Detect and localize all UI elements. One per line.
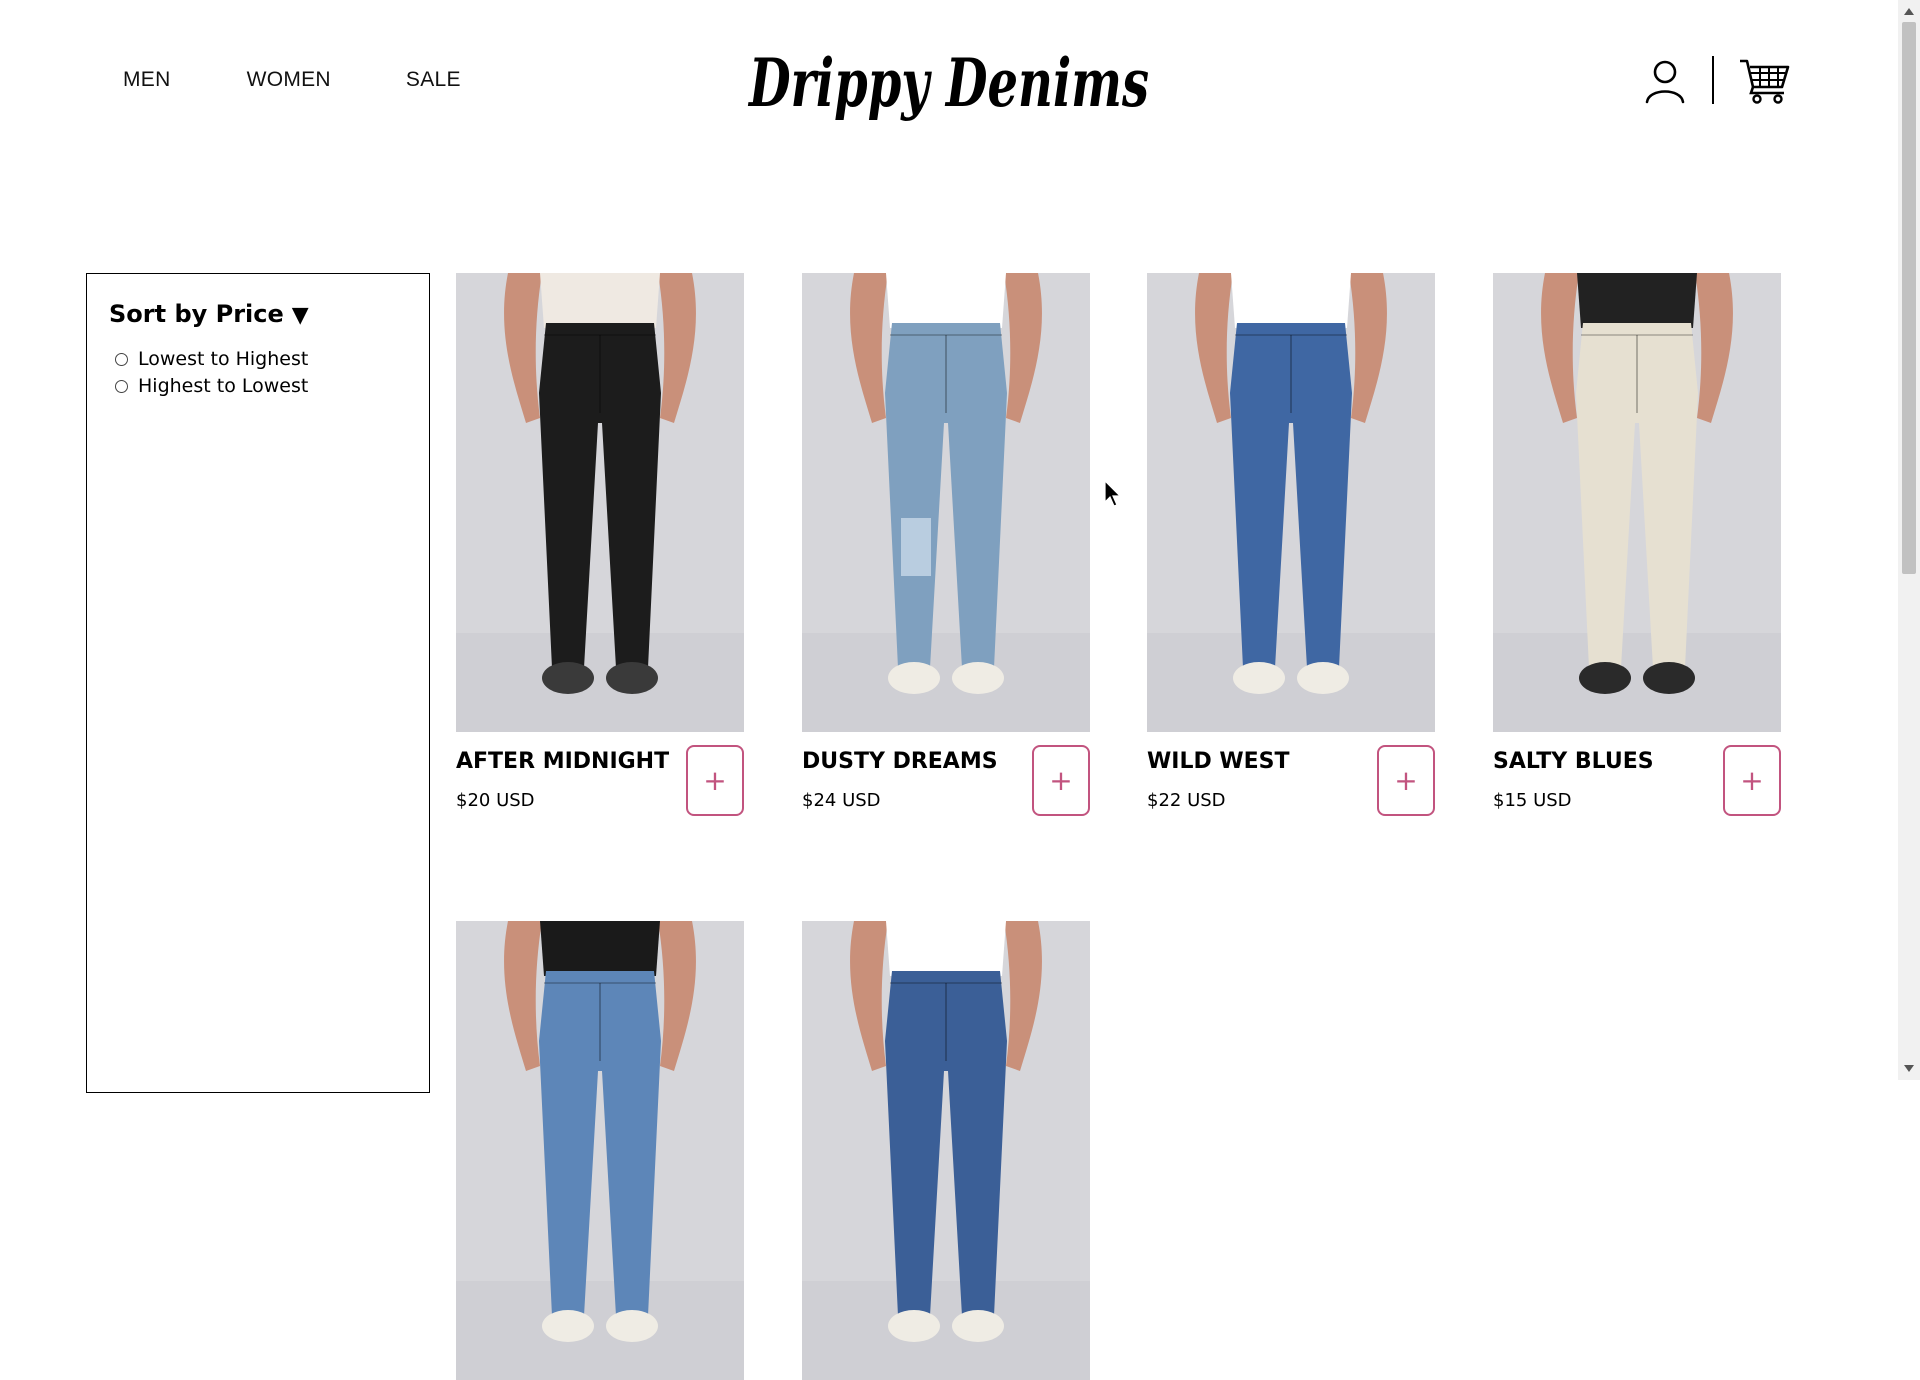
model-shirt bbox=[886, 921, 1006, 976]
photo-floor bbox=[1147, 633, 1435, 732]
product-price: $15 USD bbox=[1493, 790, 1572, 811]
product-price: $20 USD bbox=[456, 790, 535, 811]
nav-men-link[interactable]: MEN bbox=[123, 68, 171, 92]
site-header: MEN WOMEN SALE Drippy Denims bbox=[0, 0, 1898, 170]
photo-floor bbox=[1493, 633, 1781, 732]
model-left-shoe bbox=[1233, 662, 1285, 694]
scroll-up-arrow-icon[interactable] bbox=[1904, 8, 1914, 15]
product-price: $22 USD bbox=[1147, 790, 1226, 811]
product-price: $24 USD bbox=[802, 790, 881, 811]
model-left-shoe bbox=[888, 1310, 940, 1342]
model-right-shoe bbox=[1643, 662, 1695, 694]
model-shirt bbox=[1577, 273, 1697, 328]
photo-floor bbox=[456, 1281, 744, 1380]
product-name[interactable]: AFTER MIDNIGHT bbox=[456, 749, 669, 774]
product-image[interactable] bbox=[802, 921, 1090, 1380]
page-scrollbar[interactable] bbox=[1898, 0, 1920, 1080]
product-image[interactable] bbox=[1147, 273, 1435, 732]
model-right-shoe bbox=[952, 662, 1004, 694]
user-icon[interactable] bbox=[1644, 58, 1686, 104]
model-left-shoe bbox=[1579, 662, 1631, 694]
model-right-shoe bbox=[1297, 662, 1349, 694]
add-to-cart-button[interactable]: + bbox=[1032, 745, 1090, 816]
model-left-shoe bbox=[542, 662, 594, 694]
model-left-shoe bbox=[888, 662, 940, 694]
main-nav: MEN WOMEN SALE bbox=[123, 68, 461, 92]
product-image[interactable] bbox=[456, 273, 744, 732]
sort-title-text: Sort by Price bbox=[109, 300, 284, 328]
model-left-shoe bbox=[542, 1310, 594, 1342]
radio-high-low[interactable] bbox=[115, 379, 128, 393]
brand-logo-text: Drippy Denims bbox=[748, 44, 1149, 122]
product-image[interactable] bbox=[802, 273, 1090, 732]
scroll-down-arrow-icon[interactable] bbox=[1904, 1065, 1914, 1072]
model-shirt bbox=[1231, 273, 1351, 328]
add-to-cart-button[interactable]: + bbox=[686, 745, 744, 816]
sort-option-label: Highest to Lowest bbox=[138, 375, 309, 397]
add-to-cart-button[interactable]: + bbox=[1377, 745, 1435, 816]
add-to-cart-button[interactable]: + bbox=[1723, 745, 1781, 816]
model-shirt bbox=[540, 273, 660, 328]
header-divider bbox=[1712, 56, 1714, 104]
cart-icon[interactable] bbox=[1738, 55, 1790, 105]
scrollbar-thumb[interactable] bbox=[1902, 22, 1916, 574]
photo-floor bbox=[802, 633, 1090, 732]
caret-down-icon: ▼ bbox=[291, 303, 309, 328]
model-shirt bbox=[540, 921, 660, 976]
brand-logo[interactable]: Drippy Denims bbox=[744, 38, 1154, 138]
product-image[interactable] bbox=[1493, 273, 1781, 732]
model-right-shoe bbox=[606, 1310, 658, 1342]
sort-option-high-low[interactable]: Highest to Lowest bbox=[115, 375, 308, 397]
sort-option-label: Lowest to Highest bbox=[138, 348, 309, 370]
sort-title[interactable]: Sort by Price ▼ bbox=[109, 300, 309, 328]
radio-low-high[interactable] bbox=[115, 352, 128, 366]
model-right-shoe bbox=[606, 662, 658, 694]
photo-floor bbox=[802, 1281, 1090, 1380]
nav-sale-link[interactable]: SALE bbox=[406, 68, 461, 92]
model-right-shoe bbox=[952, 1310, 1004, 1342]
nav-women-link[interactable]: WOMEN bbox=[247, 68, 331, 92]
product-name[interactable]: WILD WEST bbox=[1147, 749, 1290, 774]
model-shirt bbox=[886, 273, 1006, 328]
product-name[interactable]: SALTY BLUES bbox=[1493, 749, 1654, 774]
sort-panel: Sort by Price ▼ Lowest to Highest Highest… bbox=[86, 273, 430, 1093]
product-image[interactable] bbox=[456, 921, 744, 1380]
product-name[interactable]: DUSTY DREAMS bbox=[802, 749, 998, 774]
sort-option-low-high[interactable]: Lowest to Highest bbox=[115, 348, 308, 370]
mouse-cursor-icon bbox=[1104, 480, 1122, 507]
jeans-patch bbox=[901, 518, 931, 576]
photo-floor bbox=[456, 633, 744, 732]
